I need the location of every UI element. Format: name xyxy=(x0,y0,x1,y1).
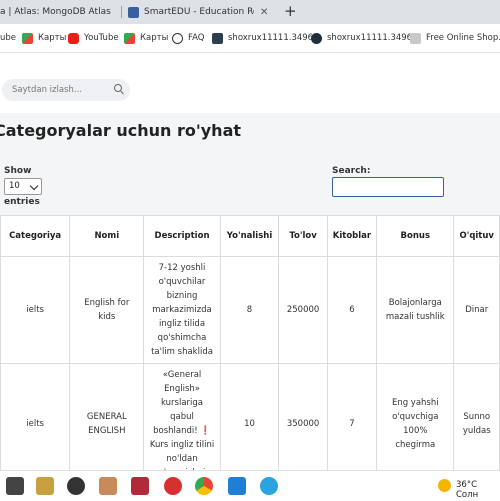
table-cell: 10 xyxy=(219,363,280,470)
entries-label: entries xyxy=(4,197,40,207)
table-cell: ielts xyxy=(0,256,71,364)
search-placeholder: Saytdan izlash... xyxy=(12,85,82,95)
table-cell: Dinar xyxy=(453,256,500,364)
table-search-input[interactable] xyxy=(332,177,444,197)
close-icon[interactable]: ✕ xyxy=(260,7,268,18)
temperature-text: 36°C xyxy=(456,480,478,490)
weather-status[interactable]: 36°C Солн xyxy=(456,480,500,500)
bookmarks-bar: ube Карты YouTube Карты FAQ shoxrux11111… xyxy=(0,24,500,53)
table-cell: 250000 xyxy=(278,256,328,364)
table-cell: 7-12 yoshli o'quvchilar bizning markazim… xyxy=(143,256,221,364)
globe-icon xyxy=(172,32,183,44)
app-icon[interactable] xyxy=(6,477,24,495)
column-header[interactable]: Categoriya xyxy=(0,215,71,257)
bookmark-label: shoxrux11111.3496... xyxy=(228,33,322,43)
tab-atlas[interactable]: a | Atlas: MongoDB Atlas ✕ xyxy=(0,0,118,24)
page-viewport: Saytdan izlash... Categoryalar uchun ro'… xyxy=(0,53,500,470)
telegram-icon[interactable] xyxy=(260,477,278,495)
maps-icon xyxy=(124,32,135,44)
chevron-down-icon xyxy=(29,181,39,191)
bookmark-label: Карты xyxy=(38,33,67,43)
tab-title: SmartEDU - Education Responsi xyxy=(144,7,254,17)
table-row: ielts GENERAL ENGLISH «General English» … xyxy=(0,363,500,470)
bookmark-item[interactable]: ube xyxy=(0,30,16,46)
bookmark-item[interactable]: FAQ xyxy=(172,30,204,46)
bookmark-item[interactable]: Free Online Shop... xyxy=(410,30,500,46)
table-cell: English for kids xyxy=(69,256,145,364)
table-row: ielts English for kids 7-12 yoshli o'quv… xyxy=(0,256,500,364)
tab-smartedu[interactable]: SmartEDU - Education Responsi ✕ xyxy=(128,0,280,24)
smartedu-favicon-icon xyxy=(128,6,139,18)
bookmark-label: shoxrux11111.3496... xyxy=(327,33,421,43)
bookmark-item[interactable]: Карты xyxy=(22,30,66,46)
table-cell: ielts xyxy=(0,363,71,470)
table-cell: Eng yahshi o'quvchiga 100% chegirma xyxy=(376,363,455,470)
table-cell: 350000 xyxy=(278,363,328,470)
site-icon xyxy=(410,32,421,44)
bookmark-item[interactable]: shoxrux11111.3496... xyxy=(311,30,420,46)
column-header[interactable]: Yo'nalishi xyxy=(219,215,280,257)
vscode-icon[interactable] xyxy=(228,477,246,495)
search-label: Search: xyxy=(332,166,371,176)
column-header[interactable]: Description xyxy=(143,215,221,257)
os-taskbar: 36°C Солн xyxy=(0,470,500,501)
table-cell: GENERAL ENGLISH xyxy=(69,363,145,470)
table-cell: «General English» kurslariga qabul boshl… xyxy=(143,363,221,470)
entries-per-page-select[interactable]: 10 xyxy=(4,178,42,195)
bookmark-label: Free Online Shop... xyxy=(426,33,500,43)
table-cell: 6 xyxy=(326,256,378,364)
site-search-input[interactable]: Saytdan izlash... xyxy=(2,79,130,101)
site-header: Saytdan izlash... xyxy=(0,53,500,113)
site-icon xyxy=(212,32,223,44)
search-icon[interactable] xyxy=(114,84,122,92)
site-icon xyxy=(311,32,322,44)
app-icon[interactable] xyxy=(36,477,54,495)
bookmark-label: ube xyxy=(0,33,17,43)
page-title: Categoryalar uchun ro'yhat xyxy=(0,121,242,140)
table-cell: 8 xyxy=(219,256,280,364)
app-icon[interactable] xyxy=(131,477,149,495)
column-header[interactable]: O'qituv xyxy=(453,215,500,257)
app-icon[interactable] xyxy=(67,477,85,495)
close-icon[interactable]: ✕ xyxy=(117,7,118,18)
weather-text: Солн xyxy=(456,490,479,500)
categories-table: Categoriya Nomi Description Yo'nalishi T… xyxy=(0,215,500,470)
column-header[interactable]: Nomi xyxy=(69,215,145,257)
chrome-icon[interactable] xyxy=(195,477,213,495)
column-header[interactable]: Kitoblar xyxy=(326,215,378,257)
column-header[interactable]: To'lov xyxy=(278,215,328,257)
table-cell: Sunno yuldas xyxy=(453,363,500,470)
new-tab-button[interactable]: + xyxy=(284,2,297,20)
column-header[interactable]: Bonus xyxy=(376,215,455,257)
bookmark-label: YouTube xyxy=(84,33,119,43)
show-label: Show xyxy=(4,166,32,176)
bookmark-label: FAQ xyxy=(188,33,205,43)
table-header-row: Categoriya Nomi Description Yo'nalishi T… xyxy=(0,215,500,257)
bookmark-label: Карты xyxy=(140,33,169,43)
bookmark-item[interactable]: shoxrux11111.3496... xyxy=(212,30,321,46)
app-icon[interactable] xyxy=(99,477,117,495)
table-cell: 7 xyxy=(326,363,378,470)
sun-icon[interactable] xyxy=(438,479,451,492)
power-icon[interactable] xyxy=(164,477,182,495)
browser-tab-bar: a | Atlas: MongoDB Atlas ✕ SmartEDU - Ed… xyxy=(0,0,500,24)
bookmark-item[interactable]: Карты xyxy=(124,30,168,46)
tab-title: a | Atlas: MongoDB Atlas xyxy=(0,7,111,17)
bookmark-item[interactable]: YouTube xyxy=(68,30,119,46)
select-value: 10 xyxy=(9,181,20,191)
maps-icon xyxy=(22,32,33,44)
youtube-icon xyxy=(68,32,79,44)
table-cell: Bolajonlarga mazali tushlik xyxy=(376,256,455,364)
tab-divider xyxy=(121,6,122,18)
